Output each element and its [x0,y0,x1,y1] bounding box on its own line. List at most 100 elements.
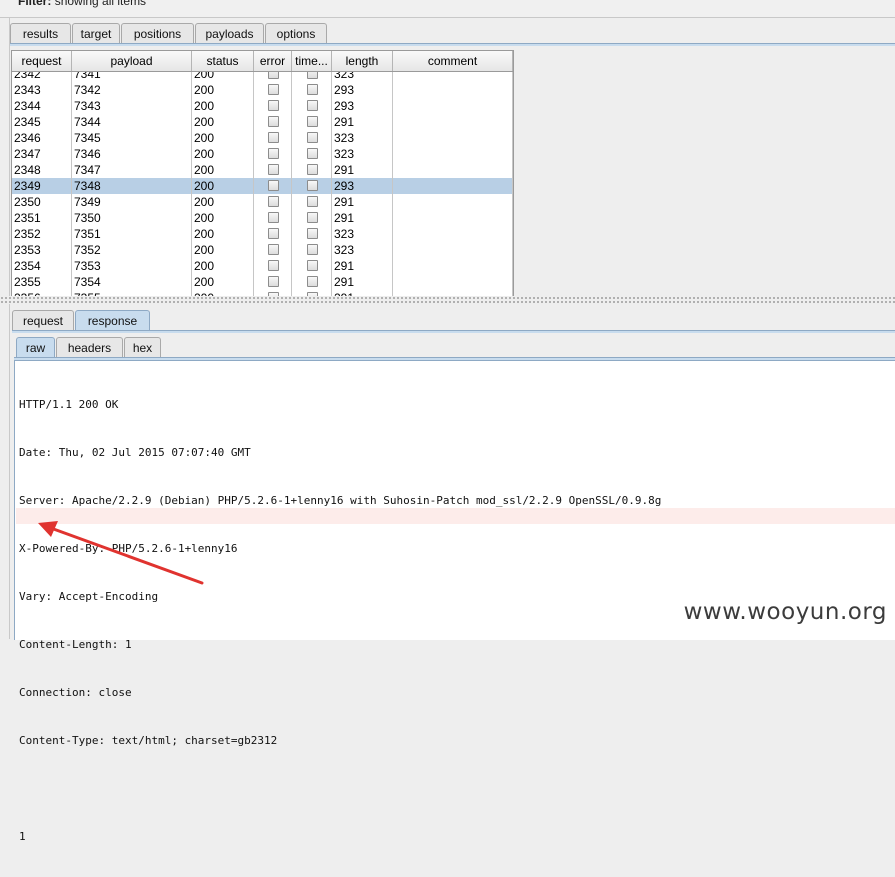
cell-request: 2343 [12,82,72,98]
error-checkbox[interactable] [268,276,279,287]
cell-error [254,82,292,98]
tab-results[interactable]: results [10,23,71,43]
column-header-length[interactable]: length [332,51,393,71]
table-row[interactable]: 2350 7349 200 291 [12,194,513,210]
table-row[interactable]: 2354 7353 200 291 [12,258,513,274]
table-row[interactable]: 2346 7345 200 323 [12,130,513,146]
error-checkbox[interactable] [268,196,279,207]
cell-error [254,258,292,274]
table-row[interactable]: 2347 7346 200 323 [12,146,513,162]
error-checkbox[interactable] [268,244,279,255]
cell-length: 293 [332,82,393,98]
cell-payload: 7346 [72,146,192,162]
cell-status: 200 [192,258,254,274]
cell-timeout [292,98,332,114]
cell-length: 291 [332,114,393,130]
tab-positions[interactable]: positions [121,23,194,43]
cell-payload: 7353 [72,258,192,274]
cell-status: 200 [192,82,254,98]
cell-error [254,210,292,226]
table-row[interactable]: 2343 7342 200 293 [12,82,513,98]
error-checkbox[interactable] [268,180,279,191]
cell-comment [393,146,513,162]
table-row[interactable]: 2351 7350 200 291 [12,210,513,226]
filter-label: Filter: [18,0,52,8]
timeout-checkbox[interactable] [307,164,318,175]
error-checkbox[interactable] [268,116,279,127]
cell-error [254,72,292,82]
timeout-checkbox[interactable] [307,212,318,223]
response-text[interactable]: HTTP/1.1 200 OK Date: Thu, 02 Jul 2015 0… [19,365,661,877]
timeout-checkbox[interactable] [307,100,318,111]
cell-timeout [292,130,332,146]
cell-length: 291 [332,258,393,274]
error-checkbox[interactable] [268,164,279,175]
tab-payloads[interactable]: payloads [195,23,264,43]
error-checkbox[interactable] [268,228,279,239]
tab-hex[interactable]: hex [124,337,161,357]
cell-timeout [292,226,332,242]
column-header-status[interactable]: status [192,51,254,71]
cell-error [254,114,292,130]
cell-status: 200 [192,194,254,210]
pane-splitter[interactable] [0,296,895,304]
timeout-checkbox[interactable] [307,116,318,127]
timeout-checkbox[interactable] [307,244,318,255]
timeout-checkbox[interactable] [307,132,318,143]
tab-headers[interactable]: headers [56,337,123,357]
error-checkbox[interactable] [268,100,279,111]
tab-options[interactable]: options [265,23,327,43]
cell-timeout [292,82,332,98]
timeout-checkbox[interactable] [307,148,318,159]
response-line: HTTP/1.1 200 OK [19,398,119,411]
cell-comment [393,178,513,194]
error-checkbox[interactable] [268,132,279,143]
table-row[interactable]: 2342 7341 200 323 [12,72,513,82]
cell-timeout [292,72,332,82]
table-body[interactable]: 2342 7341 200 323 2343 7342 200 293 2344 7343 200 2… [12,72,513,296]
column-header-request[interactable]: request [12,51,72,71]
timeout-checkbox[interactable] [307,72,318,79]
cell-payload: 7350 [72,210,192,226]
table-row[interactable]: 2348 7347 200 291 [12,162,513,178]
raw-response-panel[interactable]: HTTP/1.1 200 OK Date: Thu, 02 Jul 2015 0… [14,360,895,843]
cell-comment [393,242,513,258]
column-header-timeout[interactable]: time... [292,51,332,71]
timeout-checkbox[interactable] [307,276,318,287]
column-header-error[interactable]: error [254,51,292,71]
cell-length: 323 [332,226,393,242]
cell-length: 293 [332,98,393,114]
error-checkbox[interactable] [268,260,279,271]
timeout-checkbox[interactable] [307,180,318,191]
table-row[interactable]: 2344 7343 200 293 [12,98,513,114]
error-checkbox[interactable] [268,148,279,159]
cell-length: 323 [332,130,393,146]
error-checkbox[interactable] [268,212,279,223]
cell-timeout [292,146,332,162]
cell-comment [393,210,513,226]
tab-request[interactable]: request [12,310,74,330]
tab-raw[interactable]: raw [16,337,55,357]
cell-request: 2354 [12,258,72,274]
tab-target[interactable]: target [72,23,120,43]
filter-bar[interactable]: Filter: showing all items [0,0,895,18]
error-checkbox[interactable] [268,84,279,95]
table-row[interactable]: 2349 7348 200 293 [12,178,513,194]
table-row[interactable]: 2352 7351 200 323 [12,226,513,242]
tab-response[interactable]: response [75,310,150,330]
annotation-arrow [38,521,204,585]
cell-error [254,178,292,194]
table-row[interactable]: 2355 7354 200 291 [12,274,513,290]
table-row[interactable]: 2353 7352 200 323 [12,242,513,258]
error-checkbox[interactable] [268,72,279,79]
column-header-payload[interactable]: payload [72,51,192,71]
table-row[interactable]: 2345 7344 200 291 [12,114,513,130]
timeout-checkbox[interactable] [307,228,318,239]
timeout-checkbox[interactable] [307,260,318,271]
cell-timeout [292,258,332,274]
timeout-checkbox[interactable] [307,84,318,95]
timeout-checkbox[interactable] [307,196,318,207]
cell-timeout [292,210,332,226]
column-header-comment[interactable]: comment [393,51,513,71]
cell-status: 200 [192,130,254,146]
